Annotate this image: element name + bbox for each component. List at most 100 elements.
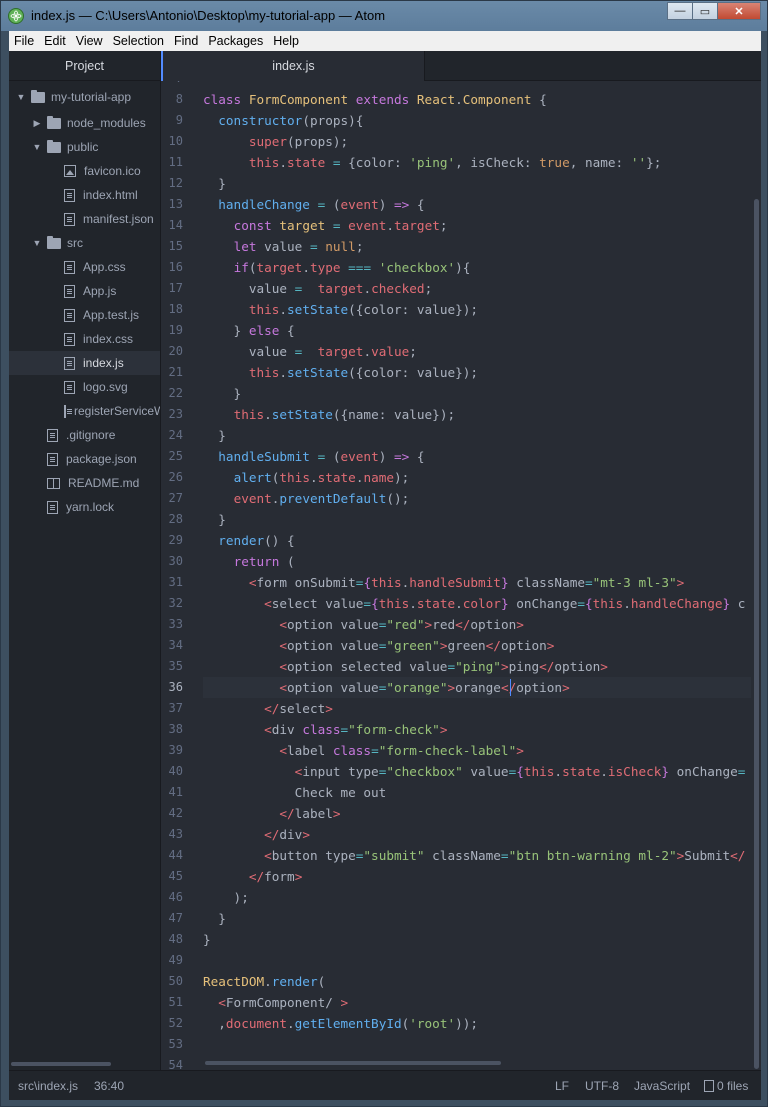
code-line: } <box>203 428 226 443</box>
tree-label: index.js <box>83 356 124 370</box>
file-icon <box>47 500 58 514</box>
menu-help[interactable]: Help <box>268 34 304 48</box>
line-number: 19 <box>168 323 183 337</box>
line-number: 30 <box>168 554 183 568</box>
tree-folder-public[interactable]: ▼ public <box>9 135 160 159</box>
line-number: 35 <box>168 659 183 673</box>
tree-file-index-css[interactable]: index.css <box>9 327 160 351</box>
title-bar[interactable]: index.js — C:\Users\Antonio\Desktop\my-t… <box>1 1 767 31</box>
file-icon <box>64 260 75 274</box>
minimize-button[interactable]: — <box>667 2 693 20</box>
line-number: 16 <box>168 260 183 274</box>
code-line: ,document.getElementById('root')); <box>203 1016 479 1031</box>
status-cursor-position[interactable]: 36:40 <box>94 1079 124 1093</box>
line-number: 26 <box>168 470 183 484</box>
line-number: 14 <box>168 218 183 232</box>
line-number: 29 <box>168 533 183 547</box>
tree-label: .gitignore <box>66 428 116 442</box>
code-line: handleChange = (event) => { <box>218 197 425 212</box>
tree-file-readme[interactable]: README.md <box>9 471 160 495</box>
code-line: this.setState({color: value}); <box>248 365 479 380</box>
code-line: } <box>203 911 226 926</box>
tree-file-logo[interactable]: logo.svg <box>9 375 160 399</box>
menu-edit[interactable]: Edit <box>39 34 71 48</box>
code-line: value = target.value; <box>203 344 417 359</box>
image-file-icon <box>64 165 76 177</box>
folder-icon <box>31 89 45 103</box>
atom-window: index.js — C:\Users\Antonio\Desktop\my-t… <box>0 0 768 1107</box>
line-number: 48 <box>168 932 183 946</box>
code-line: </select> <box>264 701 333 716</box>
code-line: } <box>203 386 242 401</box>
status-line-ending[interactable]: LF <box>555 1079 569 1093</box>
tree-file-favicon[interactable]: favicon.ico <box>9 159 160 183</box>
file-diff-icon <box>704 1080 714 1092</box>
code-line: <input type="checkbox" value={this.state… <box>294 764 746 779</box>
line-number: 18 <box>168 302 183 316</box>
code-line: </form> <box>248 869 303 884</box>
menu-selection[interactable]: Selection <box>108 34 169 48</box>
maximize-button[interactable]: ▭ <box>692 2 718 20</box>
status-git[interactable]: 0 files <box>704 1079 748 1093</box>
tree-file-gitignore[interactable]: .gitignore <box>9 423 160 447</box>
menu-file[interactable]: File <box>9 34 39 48</box>
file-icon <box>64 380 75 394</box>
tree-label: App.js <box>83 284 117 298</box>
line-number: 54 <box>168 1058 183 1070</box>
tree-file-package[interactable]: package.json <box>9 447 160 471</box>
code-line: } else { <box>203 323 295 338</box>
code-line: <form onSubmit={this.handleSubmit} class… <box>248 575 685 590</box>
tree-folder-node-modules[interactable]: ▶ node_modules <box>9 111 160 135</box>
editor-horizontal-scrollbar[interactable] <box>205 1061 501 1065</box>
tree-file-yarn[interactable]: yarn.lock <box>9 495 160 519</box>
code-line: this.setState({color: value}); <box>248 302 479 317</box>
line-number: 24 <box>168 428 183 442</box>
atom-logo-icon <box>8 8 24 24</box>
menu-packages[interactable]: Packages <box>203 34 268 48</box>
file-icon <box>64 188 75 202</box>
tree-file-app-js[interactable]: App.js <box>9 279 160 303</box>
menu-find[interactable]: Find <box>169 34 203 48</box>
line-number: 32 <box>168 596 183 610</box>
sidebar-horizontal-scrollbar[interactable] <box>11 1062 111 1066</box>
tree-file-manifest[interactable]: manifest.json <box>9 207 160 231</box>
status-file-path[interactable]: src\index.js <box>18 1079 78 1093</box>
project-panel-title: Project <box>9 51 160 81</box>
folder-icon <box>47 139 61 153</box>
folder-icon <box>47 235 61 249</box>
tree-file-index-html[interactable]: index.html <box>9 183 160 207</box>
tree-file-app-test[interactable]: App.test.js <box>9 303 160 327</box>
line-number: 34 <box>168 638 183 652</box>
menu-view[interactable]: View <box>71 34 108 48</box>
line-number: 45 <box>168 869 183 883</box>
tree-folder-src[interactable]: ▼ src <box>9 231 160 255</box>
line-number: 51 <box>168 995 183 1009</box>
tab-index-js[interactable]: index.js <box>161 51 425 81</box>
tree-label: App.test.js <box>83 308 140 322</box>
line-number: 15 <box>168 239 183 253</box>
tree-file-register[interactable]: registerServiceWorker.js <box>9 399 160 423</box>
code-line: value = target.checked; <box>203 281 433 296</box>
line-number: 11 <box>168 155 183 169</box>
tree-folder-root[interactable]: ▼ my-tutorial-app <box>9 85 160 109</box>
atom-workspace: Project ▼ my-tutorial-app ▶ node_modules… <box>9 51 761 1100</box>
status-encoding[interactable]: UTF-8 <box>585 1079 619 1093</box>
code-line: <div class="form-check"> <box>264 722 448 737</box>
line-number: 41 <box>168 785 183 799</box>
line-number-gutter: 7 8 9 10 11 12 13 14 15 16 17 18 19 20 2… <box>161 81 199 1070</box>
tree-label: my-tutorial-app <box>51 90 132 104</box>
code-line: <option value="green">green</option> <box>279 638 555 653</box>
tree-label: index.html <box>83 188 138 202</box>
editor-vertical-scrollbar[interactable] <box>754 199 759 1069</box>
code-line: <label class="form-check-label"> <box>279 743 524 758</box>
status-bar: src\index.js 36:40 LF UTF-8 JavaScript 0… <box>9 1070 761 1100</box>
code-editor[interactable]: 7 8 9 10 11 12 13 14 15 16 17 18 19 20 2… <box>161 81 761 1070</box>
code-line: alert(this.state.name); <box>233 470 410 485</box>
line-number: 40 <box>168 764 183 778</box>
close-button[interactable]: ✕ <box>717 2 761 20</box>
status-grammar[interactable]: JavaScript <box>634 1079 690 1093</box>
tree-file-index-js[interactable]: index.js <box>9 351 160 375</box>
tree-file-app-css[interactable]: App.css <box>9 255 160 279</box>
line-number: 12 <box>168 176 183 190</box>
tree-label: manifest.json <box>83 212 154 226</box>
